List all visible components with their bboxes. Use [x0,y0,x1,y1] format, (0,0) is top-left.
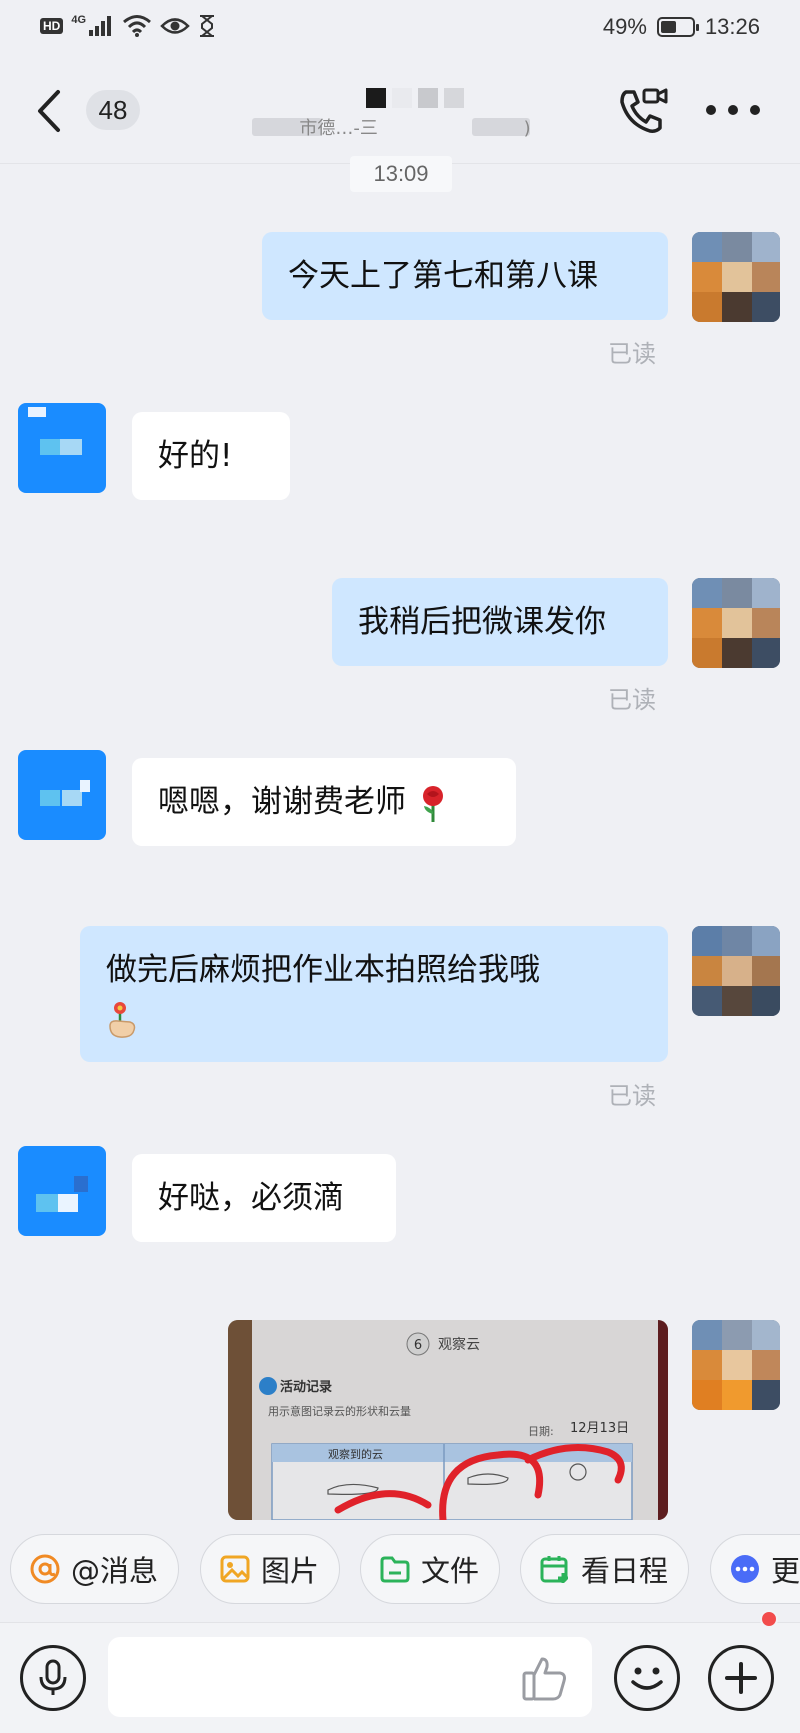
emoji-button[interactable] [614,1645,680,1711]
quick-action-label: 图片 [261,1554,320,1588]
message-bubble-outgoing[interactable]: 我稍后把微课发你 [332,578,668,666]
thumbs-up-button[interactable] [520,1653,570,1703]
chat-header: 48 市德…-三 ) [0,56,800,164]
instruction-text: 用示意图记录云的形状和云量 [268,1404,411,1418]
read-receipt: 已读 [608,1082,656,1110]
quick-action-label: @消息 [71,1554,159,1588]
hd-badge: HD [40,18,64,34]
phone-video-icon [620,88,668,133]
message-bubble-incoming[interactable]: 好哒，必须滴 [132,1154,396,1242]
more-dot-icon [706,105,716,115]
quick-action-mention[interactable]: @消息 [10,1534,180,1604]
chevron-left-icon [38,90,60,132]
more-dot-icon [728,105,738,115]
date-label: 日期: [528,1425,554,1438]
status-time: 13:26 [704,14,760,39]
message-bubble-outgoing[interactable]: 今天上了第七和第八课 [262,232,668,320]
section-title: 活动记录 [280,1379,332,1395]
voice-input-button[interactable] [20,1645,86,1711]
at-icon [30,1554,60,1584]
avatar-self[interactable] [692,926,780,1016]
more-circle-icon [731,1555,759,1583]
quick-action-image[interactable]: 图片 [200,1534,341,1604]
lesson-number: 6 [414,1338,422,1353]
message-text: 嗯嗯，谢谢费老师 [158,784,406,820]
image-icon [220,1555,250,1583]
calendar-icon [540,1556,568,1583]
unread-count-badge[interactable]: 48 [86,90,140,130]
battery-level [660,21,676,33]
call-button[interactable] [616,84,670,138]
rose-emoji-icon [422,785,443,822]
chat-subtitle-tail: ) [523,118,531,139]
homework-photo: 6 观察云 活动记录 用示意图记录云的形状和云量 日期: 12月13日 观察到的… [228,1320,668,1520]
message-bubble-incoming[interactable]: 好的! [132,412,290,500]
plus-icon [725,1662,757,1694]
quick-action-label: 文件 [421,1554,480,1588]
signal-icon [89,16,112,36]
chat-title: 市德…-三 ) [240,86,590,156]
message-text: 好哒，必须滴 [158,1180,344,1216]
message-bubble-incoming[interactable]: 嗯嗯，谢谢费老师 [132,758,516,846]
message-text: 今天上了第七和第八课 [288,258,598,294]
avatar-self[interactable] [692,578,780,668]
message-input-bar [0,1622,800,1733]
more-options-button[interactable] [706,100,760,120]
message-bubble-outgoing[interactable]: 做完后麻烦把作业本拍照给我哦 [80,926,668,1062]
thumbs-up-icon [522,1657,566,1701]
message-text: 好的! [158,438,233,474]
eye-icon [160,18,190,34]
status-bar: HD 4G 49% 13:26 [0,0,800,56]
chat-subtitle-text: 市德…-三 [299,118,378,139]
notification-dot [760,1610,778,1628]
folder-icon [380,1556,410,1583]
plus-button[interactable] [708,1645,774,1711]
status-icons-left: HD 4G [40,14,216,38]
battery-percentage: 49% [602,14,647,39]
quick-action-label: 更 [771,1554,800,1588]
table-header: 观察到的云 [328,1447,383,1461]
chat-title-redacted [240,88,590,108]
network-type-label: 4G [71,14,87,26]
avatar-peer[interactable] [18,1146,106,1236]
lesson-title: 观察云 [438,1336,480,1353]
battery-icon [656,17,699,37]
avatar-self[interactable] [692,1320,780,1410]
chat-subtitle: 市德…-三 ) [240,114,590,140]
avatar-peer[interactable] [18,403,106,493]
avatar-self[interactable] [692,232,780,322]
image-message[interactable]: 6 观察云 活动记录 用示意图记录云的形状和云量 日期: 12月13日 观察到的… [228,1320,668,1520]
status-icons-right: 49% 13:26 [603,14,760,40]
read-receipt: 已读 [608,340,656,368]
hourglass-icon [200,15,215,37]
more-dot-icon [750,105,760,115]
read-receipt: 已读 [608,686,656,714]
hand-holding-flower-emoji-icon [109,1001,136,1038]
quick-action-bar: @消息 图片 文件 看日程 更 [0,1528,800,1616]
quick-action-label: 看日程 [581,1554,669,1588]
time-divider: 13:09 [350,156,452,192]
redaction-blur [472,118,530,136]
message-text: 做完后麻烦把作业本拍照给我哦 [106,952,540,988]
quick-action-calendar[interactable]: 看日程 [520,1534,690,1604]
back-button[interactable] [36,86,76,136]
wifi-icon [123,15,151,37]
quick-action-file[interactable]: 文件 [360,1534,501,1604]
message-text: 我稍后把微课发你 [358,604,606,640]
date-value: 12月13日 [570,1421,629,1436]
smiley-icon [631,1667,663,1690]
avatar-peer[interactable] [18,750,106,840]
quick-action-more[interactable]: 更 [710,1534,800,1604]
microphone-icon [39,1659,67,1695]
